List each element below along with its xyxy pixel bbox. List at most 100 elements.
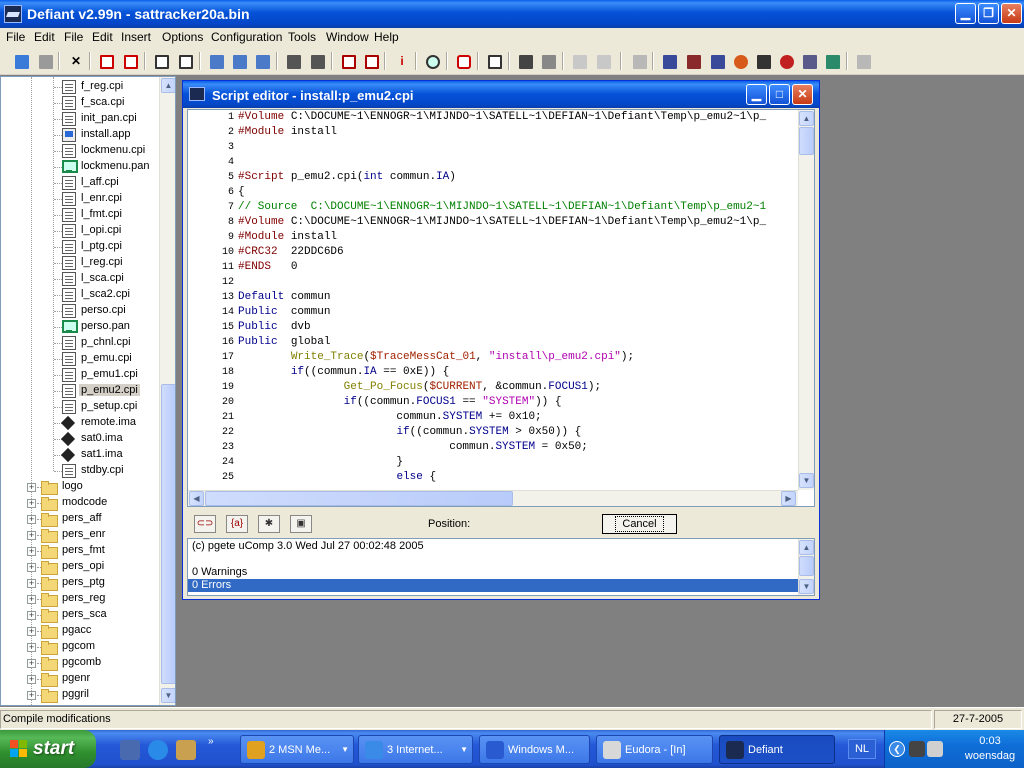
tray-expand-icon[interactable]: ❮ — [889, 741, 905, 757]
expand-icon[interactable]: + — [27, 515, 36, 524]
menu-tools[interactable]: Tools — [288, 30, 316, 44]
tree-file-item[interactable]: p_chnl.cpi — [1, 335, 159, 351]
tree-file-item[interactable]: l_enr.cpi — [1, 191, 159, 207]
tree-folder-item[interactable]: + logo — [1, 479, 159, 495]
output-scroll-thumb[interactable] — [799, 556, 814, 576]
start-button[interactable]: start — [0, 730, 96, 768]
output-message[interactable]: (c) pgete uComp 3.0 Wed Jul 27 00:02:48 … — [188, 540, 800, 553]
tree-folder-item[interactable]: + pers_enr — [1, 527, 159, 543]
search-icon[interactable] — [422, 51, 442, 71]
tree-file-item[interactable]: l_aff.cpi — [1, 175, 159, 191]
code-scroll-right-button[interactable]: ▶ — [781, 491, 796, 506]
satellite-tool-5-icon[interactable] — [753, 51, 773, 71]
code-vertical-thumb[interactable] — [799, 127, 814, 155]
satellite-tool-4-icon[interactable] — [730, 51, 750, 71]
menu-edit[interactable]: Edit — [34, 30, 55, 44]
code-horizontal-scrollbar[interactable]: ◀ ▶ — [188, 490, 798, 506]
wand-icon[interactable]: ✱ — [258, 515, 280, 533]
tree-folder-item[interactable]: + pers_ptg — [1, 575, 159, 591]
menu-options[interactable]: Options — [162, 30, 203, 44]
taskbar-button[interactable]: 2 MSN Me... ▼ — [240, 735, 354, 764]
expand-icon[interactable]: + — [27, 547, 36, 556]
tree-scrollbar[interactable]: ▲ ▼ — [159, 77, 175, 705]
hex-edit-icon[interactable] — [307, 51, 327, 71]
close-button[interactable]: ✕ — [1001, 3, 1022, 24]
expand-icon[interactable]: + — [27, 659, 36, 668]
tree-file-item[interactable]: sat1.ima — [1, 447, 159, 463]
tree-folder-item[interactable]: + pers_reg — [1, 591, 159, 607]
script-editor-title-bar[interactable]: Script editor - install:p_emu2.cpi ▁ □ ✕ — [183, 81, 819, 108]
tree-file-item[interactable]: lockmenu.cpi — [1, 143, 159, 159]
menu-file-2[interactable]: File — [64, 30, 83, 44]
variable-icon[interactable]: {a} — [226, 515, 248, 533]
tree-file-item[interactable]: l_opi.cpi — [1, 223, 159, 239]
editor-minimize-button[interactable]: ▁ — [746, 84, 767, 105]
export-icon[interactable] — [120, 51, 140, 71]
tree-folder-item[interactable]: + pers_sca — [1, 607, 159, 623]
receive-icon[interactable] — [361, 51, 381, 71]
main-title-bar[interactable]: Defiant v2.99n - sattracker20a.bin ▁ ❐ ✕ — [0, 0, 1024, 28]
group-dropdown-icon[interactable]: ▼ — [460, 745, 468, 754]
clock[interactable]: 0:03 woensdag — [959, 734, 1021, 764]
refresh-icon[interactable] — [453, 51, 473, 71]
internet-explorer-icon[interactable] — [148, 740, 168, 760]
expand-icon[interactable]: + — [27, 627, 36, 636]
tray-app-icon-1[interactable] — [909, 741, 925, 757]
tree-folder-item[interactable]: + pggril — [1, 687, 159, 703]
tree-file-item[interactable]: init_pan.cpi — [1, 111, 159, 127]
expand-icon[interactable]: + — [27, 643, 36, 652]
menu-file[interactable]: File — [6, 30, 25, 44]
link-icon[interactable]: ⊂⊃ — [194, 515, 216, 533]
output-scrollbar[interactable]: ▲ ▼ — [798, 539, 814, 595]
editor-close-button[interactable]: ✕ — [792, 84, 813, 105]
menu-insert[interactable]: Insert — [121, 30, 151, 44]
copy-left-icon[interactable] — [151, 51, 171, 71]
link-tool-icon[interactable] — [538, 51, 558, 71]
code-scroll-down-button[interactable]: ▼ — [799, 473, 814, 488]
expand-icon[interactable]: + — [27, 483, 36, 492]
output-scroll-up-button[interactable]: ▲ — [799, 540, 814, 555]
expand-icon[interactable]: + — [27, 563, 36, 572]
tree-scroll-thumb[interactable] — [161, 384, 175, 684]
tree-file-item[interactable]: sat0.ima — [1, 431, 159, 447]
import-icon[interactable] — [96, 51, 116, 71]
tree-folder-item[interactable]: + pers_opi — [1, 559, 159, 575]
taskbar-button[interactable]: Windows M... — [479, 735, 590, 764]
save-script-icon[interactable]: ▣ — [290, 515, 312, 533]
disabled-tool-4-icon[interactable] — [853, 51, 873, 71]
tray-app-icon-2[interactable] — [927, 741, 943, 757]
expand-icon[interactable]: + — [27, 611, 36, 620]
expand-icon[interactable]: + — [27, 595, 36, 604]
code-scroll-left-button[interactable]: ◀ — [189, 491, 204, 506]
compile-icon[interactable] — [206, 51, 226, 71]
menu-edit-2[interactable]: Edit — [92, 30, 113, 44]
save-icon[interactable] — [35, 51, 55, 71]
expand-icon[interactable]: + — [27, 675, 36, 684]
expand-icon[interactable]: + — [27, 499, 36, 508]
expand-icon[interactable]: + — [27, 579, 36, 588]
tree-folder-item[interactable]: + modcode — [1, 495, 159, 511]
cancel-button[interactable]: Cancel — [602, 514, 677, 534]
disabled-tool-1-icon[interactable] — [569, 51, 589, 71]
copy-right-icon[interactable] — [175, 51, 195, 71]
menu-window[interactable]: Window — [326, 30, 369, 44]
code-vertical-scrollbar[interactable]: ▲ ▼ — [798, 110, 814, 490]
tree-folder-item[interactable]: + pgcom — [1, 639, 159, 655]
tree-file-item[interactable]: l_fmt.cpi — [1, 207, 159, 223]
tree-file-item[interactable]: lockmenu.pan — [1, 159, 159, 175]
satellite-tool-7-icon[interactable] — [799, 51, 819, 71]
folder-launch-icon[interactable] — [176, 740, 196, 760]
taskbar-button[interactable]: 3 Internet... ▼ — [358, 735, 473, 764]
tree-file-item[interactable]: remote.ima — [1, 415, 159, 431]
restore-button[interactable]: ❐ — [978, 3, 999, 24]
delete-icon[interactable]: ✕ — [65, 51, 85, 71]
tree-folder-item[interactable]: + pers_aff — [1, 511, 159, 527]
tree-file-item[interactable]: p_emu1.cpi — [1, 367, 159, 383]
tree-scroll-down-button[interactable]: ▼ — [161, 688, 175, 703]
minimize-button[interactable]: ▁ — [955, 3, 976, 24]
tree-folder-item[interactable]: + pgacc — [1, 623, 159, 639]
send-icon[interactable] — [338, 51, 358, 71]
open-folder-icon[interactable] — [11, 51, 31, 71]
output-scroll-down-button[interactable]: ▼ — [799, 579, 814, 594]
tree-folder-item[interactable]: + pgcomb — [1, 655, 159, 671]
